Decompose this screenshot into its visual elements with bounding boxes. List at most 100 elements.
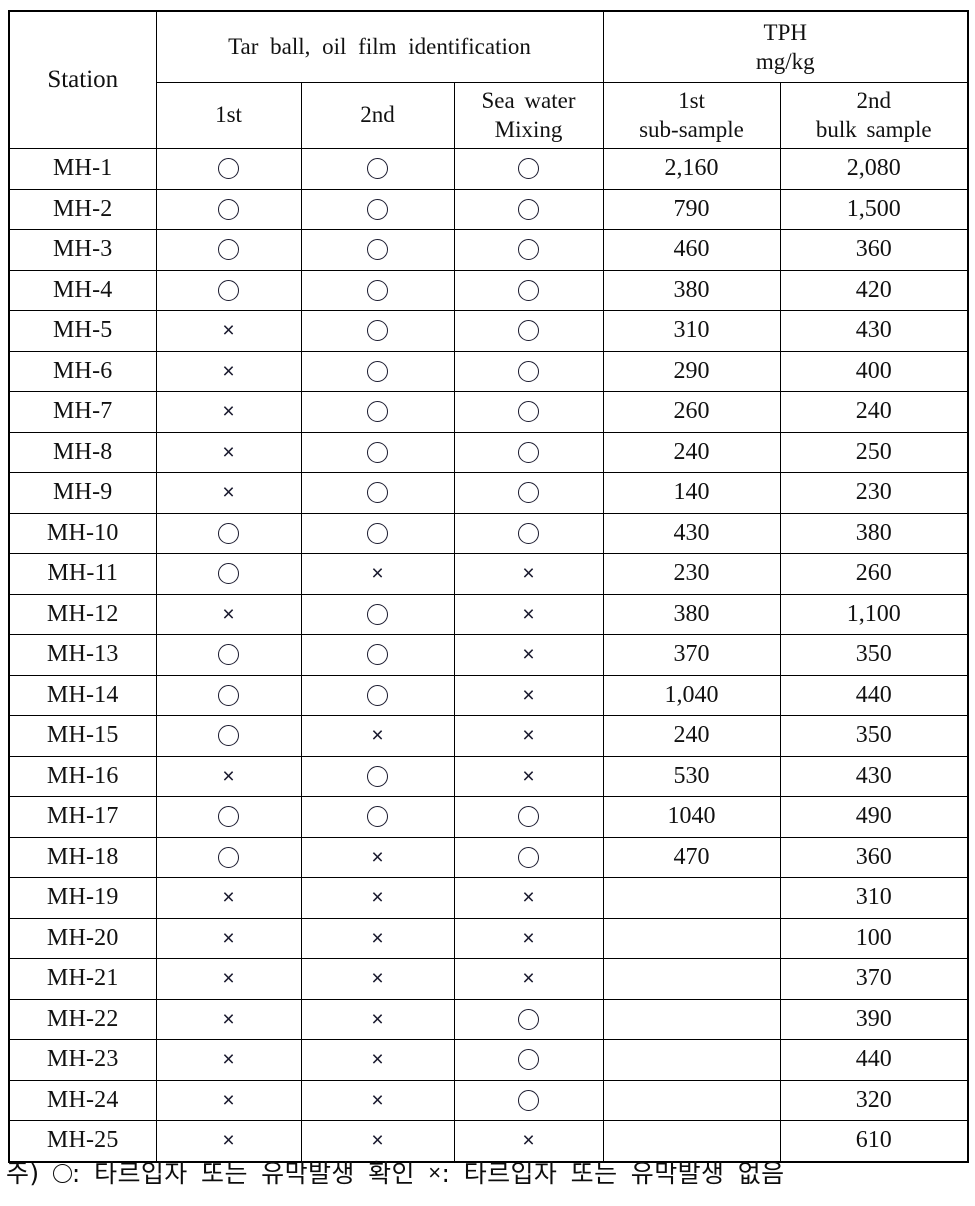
tph-sub-sample-cell: 2,160 xyxy=(602,148,781,190)
circle-mark-icon xyxy=(518,482,539,504)
cross-mark-icon: × xyxy=(222,1129,235,1153)
station-cell: MH-19 xyxy=(8,877,157,919)
sea-water-mixing-cell: × xyxy=(453,877,604,919)
tarball-2nd-cell xyxy=(300,674,455,716)
footnote-cross-meaning: : 타르입자 또는 유막발생 없음 xyxy=(441,1159,785,1188)
page-root: Station Tar ball, oil film identificatio… xyxy=(0,0,975,1206)
tarball-2nd-cell xyxy=(300,269,455,311)
tph-sub-sample-cell xyxy=(602,877,781,919)
sea-water-mixing-cell: × xyxy=(453,755,604,797)
tph-sub-sample-cell: 290 xyxy=(602,350,781,392)
circle-mark-icon xyxy=(52,1163,72,1183)
circle-mark-icon xyxy=(218,684,239,706)
circle-mark-icon xyxy=(367,158,388,180)
cross-mark-icon: × xyxy=(522,724,535,748)
cross-mark-icon: × xyxy=(371,724,384,748)
cross-mark-icon: × xyxy=(222,400,235,424)
header-tph-sub-sample: 1st sub-sample xyxy=(602,82,781,149)
circle-mark-icon xyxy=(367,644,388,666)
sea-water-mixing-cell: × xyxy=(453,715,604,757)
tarball-1st-cell: × xyxy=(155,431,302,473)
station-cell: MH-23 xyxy=(8,1039,157,1081)
station-cell: MH-4 xyxy=(8,269,157,311)
tarball-1st-cell xyxy=(155,836,302,878)
table-body: MH-1 2,160 2,080 MH-2 790 1,500 MH-3 460 360 MH-4… xyxy=(8,148,969,1162)
sea-water-mixing-cell xyxy=(453,512,604,554)
table-row: MH-8 × 240 250 xyxy=(8,431,969,473)
tph-bulk-sample-cell: 440 xyxy=(779,1039,969,1081)
tph-bulk-sample-cell: 230 xyxy=(779,472,969,514)
table-row: MH-4 380 420 xyxy=(8,269,969,311)
header-sea-water-mixing-line1: Sea water xyxy=(481,87,576,113)
cross-mark-icon: × xyxy=(371,967,384,991)
tarball-2nd-cell: × xyxy=(300,958,455,1000)
header-tarball-2nd: 2nd xyxy=(300,82,455,149)
header-sea-water-mixing: Sea water Mixing xyxy=(453,82,604,149)
tph-bulk-sample-cell: 350 xyxy=(779,634,969,676)
header-tph-bulk-sample: 2nd bulk sample xyxy=(779,82,969,149)
circle-mark-icon xyxy=(218,239,239,261)
circle-mark-icon xyxy=(518,401,539,423)
tph-sub-sample-cell: 460 xyxy=(602,229,781,271)
circle-mark-icon xyxy=(518,522,539,544)
cross-mark-icon: × xyxy=(222,967,235,991)
tph-bulk-sample-cell: 420 xyxy=(779,269,969,311)
sea-water-mixing-cell xyxy=(453,188,604,230)
tarball-1st-cell xyxy=(155,269,302,311)
sea-water-mixing-cell xyxy=(453,229,604,271)
tph-sub-sample-cell: 380 xyxy=(602,269,781,311)
tarball-2nd-cell xyxy=(300,472,455,514)
sea-water-mixing-cell xyxy=(453,472,604,514)
tph-sub-sample-cell xyxy=(602,1079,781,1121)
tph-sub-sample-cell: 240 xyxy=(602,715,781,757)
tph-bulk-sample-cell: 490 xyxy=(779,796,969,838)
circle-mark-icon xyxy=(518,158,539,180)
cross-mark-icon: × xyxy=(522,683,535,707)
station-cell: MH-20 xyxy=(8,917,157,959)
cross-mark-icon: × xyxy=(428,1160,442,1185)
station-cell: MH-12 xyxy=(8,593,157,635)
tarball-2nd-cell xyxy=(300,391,455,433)
circle-mark-icon xyxy=(367,198,388,220)
tarball-2nd-cell xyxy=(300,229,455,271)
tarball-1st-cell: × xyxy=(155,958,302,1000)
circle-mark-icon xyxy=(518,320,539,342)
table-row: MH-17 1040 490 xyxy=(8,796,969,838)
cross-mark-icon: × xyxy=(371,1088,384,1112)
cross-mark-icon: × xyxy=(522,562,535,586)
cross-mark-icon: × xyxy=(522,967,535,991)
sea-water-mixing-cell xyxy=(453,269,604,311)
circle-mark-icon xyxy=(367,239,388,261)
circle-mark-icon xyxy=(367,279,388,301)
station-cell: MH-6 xyxy=(8,350,157,392)
header-group-tarball: Tar ball, oil film identification xyxy=(155,10,604,83)
tph-bulk-sample-cell: 350 xyxy=(779,715,969,757)
station-cell: MH-22 xyxy=(8,998,157,1040)
circle-mark-icon xyxy=(367,522,388,544)
station-cell: MH-9 xyxy=(8,472,157,514)
tarball-2nd-cell xyxy=(300,350,455,392)
circle-mark-icon xyxy=(367,603,388,625)
header-group-tph-line1: TPH xyxy=(763,19,807,45)
tarball-1st-cell xyxy=(155,512,302,554)
circle-mark-icon xyxy=(367,360,388,382)
cross-mark-icon: × xyxy=(522,926,535,950)
sea-water-mixing-cell: × xyxy=(453,634,604,676)
circle-mark-icon xyxy=(518,1089,539,1111)
tarball-2nd-cell: × xyxy=(300,998,455,1040)
tarball-2nd-cell: × xyxy=(300,917,455,959)
circle-mark-icon xyxy=(367,806,388,828)
sea-water-mixing-cell: × xyxy=(453,958,604,1000)
tph-bulk-sample-cell: 390 xyxy=(779,998,969,1040)
tarball-1st-cell xyxy=(155,674,302,716)
tarball-1st-cell xyxy=(155,553,302,595)
header-row-groups: Station Tar ball, oil film identificatio… xyxy=(8,10,969,149)
sea-water-mixing-cell: × xyxy=(453,593,604,635)
table-footnote: 주) : 타르입자 또는 유막발생 확인 ×: 타르입자 또는 유막발생 없음 xyxy=(6,1154,969,1190)
tph-bulk-sample-cell: 430 xyxy=(779,755,969,797)
tarball-2nd-cell: × xyxy=(300,715,455,757)
circle-mark-icon xyxy=(218,644,239,666)
header-tph-sub-sample-line2: sub-sample xyxy=(639,116,744,142)
tarball-2nd-cell xyxy=(300,310,455,352)
tph-sub-sample-cell: 430 xyxy=(602,512,781,554)
